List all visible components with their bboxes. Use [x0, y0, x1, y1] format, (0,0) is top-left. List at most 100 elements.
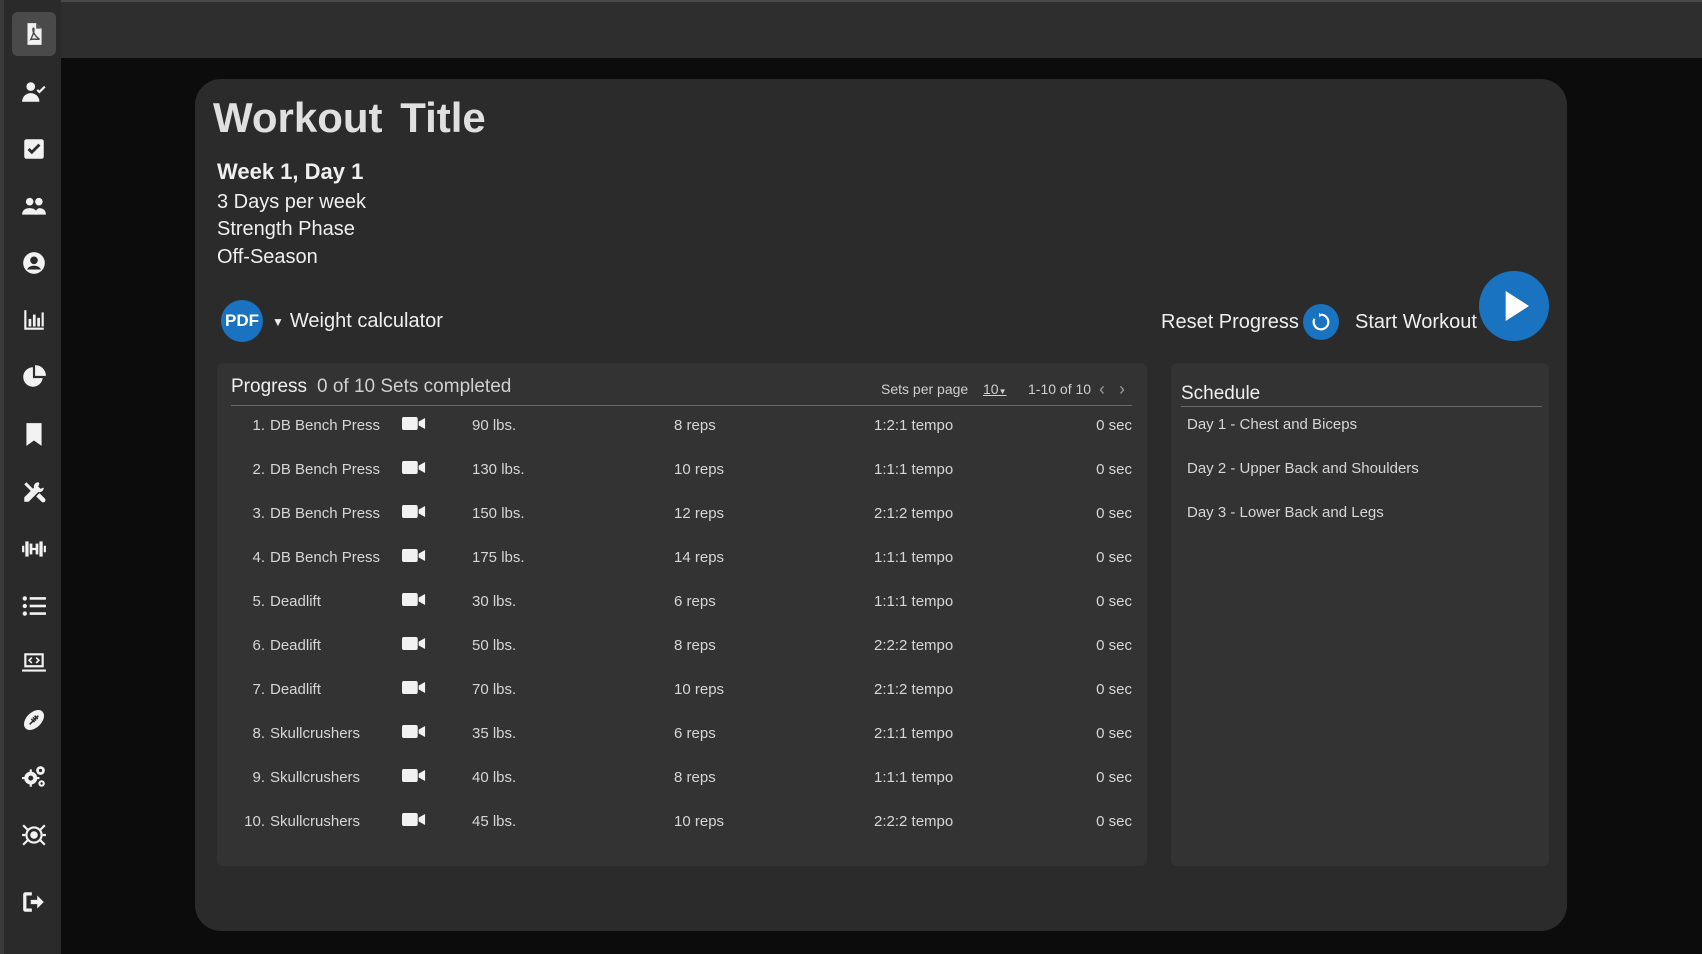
- table-row[interactable]: 9. Skullcrushers 40 lbs. 8 reps 1:1:1 tempo 0…: [217, 761, 1147, 795]
- set-reps: 6 reps: [674, 725, 716, 742]
- sidebar-item-analytics[interactable]: [12, 298, 56, 342]
- set-name: Deadlift: [270, 593, 321, 610]
- sidebar: [0, 0, 61, 954]
- set-num: 8.: [252, 725, 265, 742]
- reset-progress-button[interactable]: [1303, 304, 1339, 340]
- sidebar-item-bookmarks[interactable]: [12, 412, 56, 456]
- select-caret-icon: ▼: [998, 387, 1007, 396]
- top-bar: [61, 0, 1702, 58]
- sidebar-item-list[interactable]: [12, 584, 56, 628]
- sidebar-item-profile[interactable]: [12, 241, 56, 285]
- bookmark-icon: [26, 423, 42, 446]
- schedule-day-1[interactable]: Day 1 - Chest and Biceps: [1187, 416, 1357, 433]
- set-num: 9.: [252, 769, 265, 786]
- chevron-right-icon[interactable]: ›: [1119, 379, 1125, 400]
- schedule-day-2[interactable]: Day 2 - Upper Back and Shoulders: [1187, 460, 1419, 477]
- sidebar-item-users[interactable]: [12, 184, 56, 228]
- table-row[interactable]: 6. Deadlift 50 lbs. 8 reps 2:2:2 tempo 0 sec: [217, 629, 1147, 663]
- table-row[interactable]: 5. Deadlift 30 lbs. 6 reps 1:1:1 tempo 0 sec: [217, 585, 1147, 619]
- set-tempo: 2:1:1 tempo: [874, 725, 954, 742]
- set-rest: 0 sec: [1096, 769, 1132, 786]
- sidebar-item-programs[interactable]: [12, 641, 56, 685]
- set-weight: 50 lbs.: [472, 637, 517, 654]
- chevron-left-icon[interactable]: ‹: [1099, 379, 1105, 400]
- set-weight: 175 lbs.: [472, 549, 525, 566]
- video-camera-icon[interactable]: [402, 723, 426, 744]
- table-row[interactable]: 1. DB Bench Press 90 lbs. 8 reps 1:2:1 tempo…: [217, 409, 1147, 443]
- dumbbell-icon: [22, 541, 46, 557]
- schedule-panel: Schedule Day 1 - Chest and Biceps Day 2 …: [1171, 363, 1549, 866]
- video-camera-icon[interactable]: [402, 811, 426, 832]
- video-camera-icon[interactable]: [402, 459, 426, 480]
- sidebar-item-tools[interactable]: [12, 470, 56, 514]
- sidebar-item-exercises[interactable]: [12, 527, 56, 571]
- schedule-day-3[interactable]: Day 3 - Lower Back and Legs: [1187, 504, 1384, 521]
- phase-label: Strength Phase: [217, 218, 355, 240]
- pdf-button-label: PDF: [225, 311, 259, 330]
- sign-out-icon: [23, 892, 44, 912]
- set-tempo: 1:1:1 tempo: [874, 549, 954, 566]
- set-tempo: 2:1:2 tempo: [874, 505, 954, 522]
- set-rest: 0 sec: [1096, 417, 1132, 434]
- set-rest: 0 sec: [1096, 549, 1132, 566]
- table-row[interactable]: 2. DB Bench Press 130 lbs. 10 reps 1:1:1 tem…: [217, 453, 1147, 487]
- weight-calculator-label: Weight calculator: [289, 310, 443, 332]
- video-camera-icon[interactable]: [402, 767, 426, 788]
- set-rest: 0 sec: [1096, 637, 1132, 654]
- set-tempo: 1:2:1 tempo: [874, 417, 954, 434]
- table-row[interactable]: 8. Skullcrushers 35 lbs. 6 reps 2:1:1 tempo 0…: [217, 717, 1147, 751]
- video-camera-icon[interactable]: [402, 591, 426, 612]
- set-weight: 40 lbs.: [472, 769, 517, 786]
- video-camera-icon[interactable]: [402, 635, 426, 656]
- video-camera-icon[interactable]: [402, 503, 426, 524]
- sidebar-item-tasks[interactable]: [12, 127, 56, 171]
- start-workout-button[interactable]: [1479, 271, 1549, 341]
- pagination-range: 1-10 of 10: [1028, 381, 1092, 397]
- sets-per-page-select[interactable]: 10▼: [983, 381, 1007, 397]
- set-weight: 70 lbs.: [472, 681, 517, 698]
- set-name: DB Bench Press: [270, 549, 381, 566]
- table-row[interactable]: 3. DB Bench Press 150 lbs. 12 reps 2:1:2 tem…: [217, 497, 1147, 531]
- set-rest: 0 sec: [1096, 813, 1132, 830]
- frequency-label: 3 Days per week: [217, 191, 366, 213]
- sidebar-item-sports[interactable]: [12, 698, 56, 742]
- set-name: Skullcrushers: [270, 769, 361, 786]
- sidebar-item-user-check[interactable]: [12, 70, 56, 114]
- progress-panel: Progress 0 of 10 Sets completed Sets per…: [217, 363, 1147, 866]
- set-tempo: 2:1:2 tempo: [874, 681, 954, 698]
- progress-header: Progress 0 of 10 Sets completed Sets per…: [231, 375, 1132, 406]
- set-tempo: 2:2:2 tempo: [874, 813, 954, 830]
- gears-icon: [22, 766, 45, 787]
- set-name: Deadlift: [270, 637, 321, 654]
- set-rest: 0 sec: [1096, 593, 1132, 610]
- video-camera-icon[interactable]: [402, 547, 426, 568]
- table-row[interactable]: 4. DB Bench Press 175 lbs. 14 reps 1:1:1 tem…: [217, 541, 1147, 575]
- table-row[interactable]: 10. Skullcrushers 45 lbs. 10 reps 2:2:2 temp…: [217, 805, 1147, 839]
- start-workout-label[interactable]: Start Workout: [1355, 311, 1477, 334]
- sidebar-item-debug[interactable]: [12, 813, 56, 857]
- sidebar-item-reports[interactable]: [12, 355, 56, 399]
- set-tempo: 1:1:1 tempo: [874, 593, 954, 610]
- reset-progress-label[interactable]: Reset Progress: [1161, 311, 1299, 334]
- sidebar-item-settings[interactable]: [12, 755, 56, 799]
- set-num: 7.: [252, 681, 265, 698]
- set-reps: 10 reps: [674, 461, 725, 478]
- page-title: Workout Title: [213, 94, 486, 141]
- set-reps: 14 reps: [674, 549, 725, 566]
- set-tempo: 2:2:2 tempo: [874, 637, 954, 654]
- video-camera-icon[interactable]: [402, 679, 426, 700]
- set-name: DB Bench Press: [270, 505, 381, 522]
- weight-calculator-toggle[interactable]: ▼ Weight calculator: [272, 310, 443, 333]
- set-reps: 8 reps: [674, 769, 716, 786]
- pdf-button[interactable]: PDF: [221, 300, 263, 342]
- set-name: DB Bench Press: [270, 417, 381, 434]
- table-row[interactable]: 7. Deadlift 70 lbs. 10 reps 2:1:2 tempo 0 sec: [217, 673, 1147, 707]
- set-weight: 30 lbs.: [472, 593, 517, 610]
- progress-count: 0 of 10 Sets completed: [317, 376, 512, 397]
- set-num: 10.: [244, 813, 265, 830]
- sidebar-item-logout[interactable]: [12, 880, 56, 924]
- set-reps: 8 reps: [674, 417, 716, 434]
- caret-down-icon: ▼: [272, 314, 284, 329]
- video-camera-icon[interactable]: [402, 415, 426, 436]
- sidebar-item-pdf[interactable]: [12, 12, 56, 56]
